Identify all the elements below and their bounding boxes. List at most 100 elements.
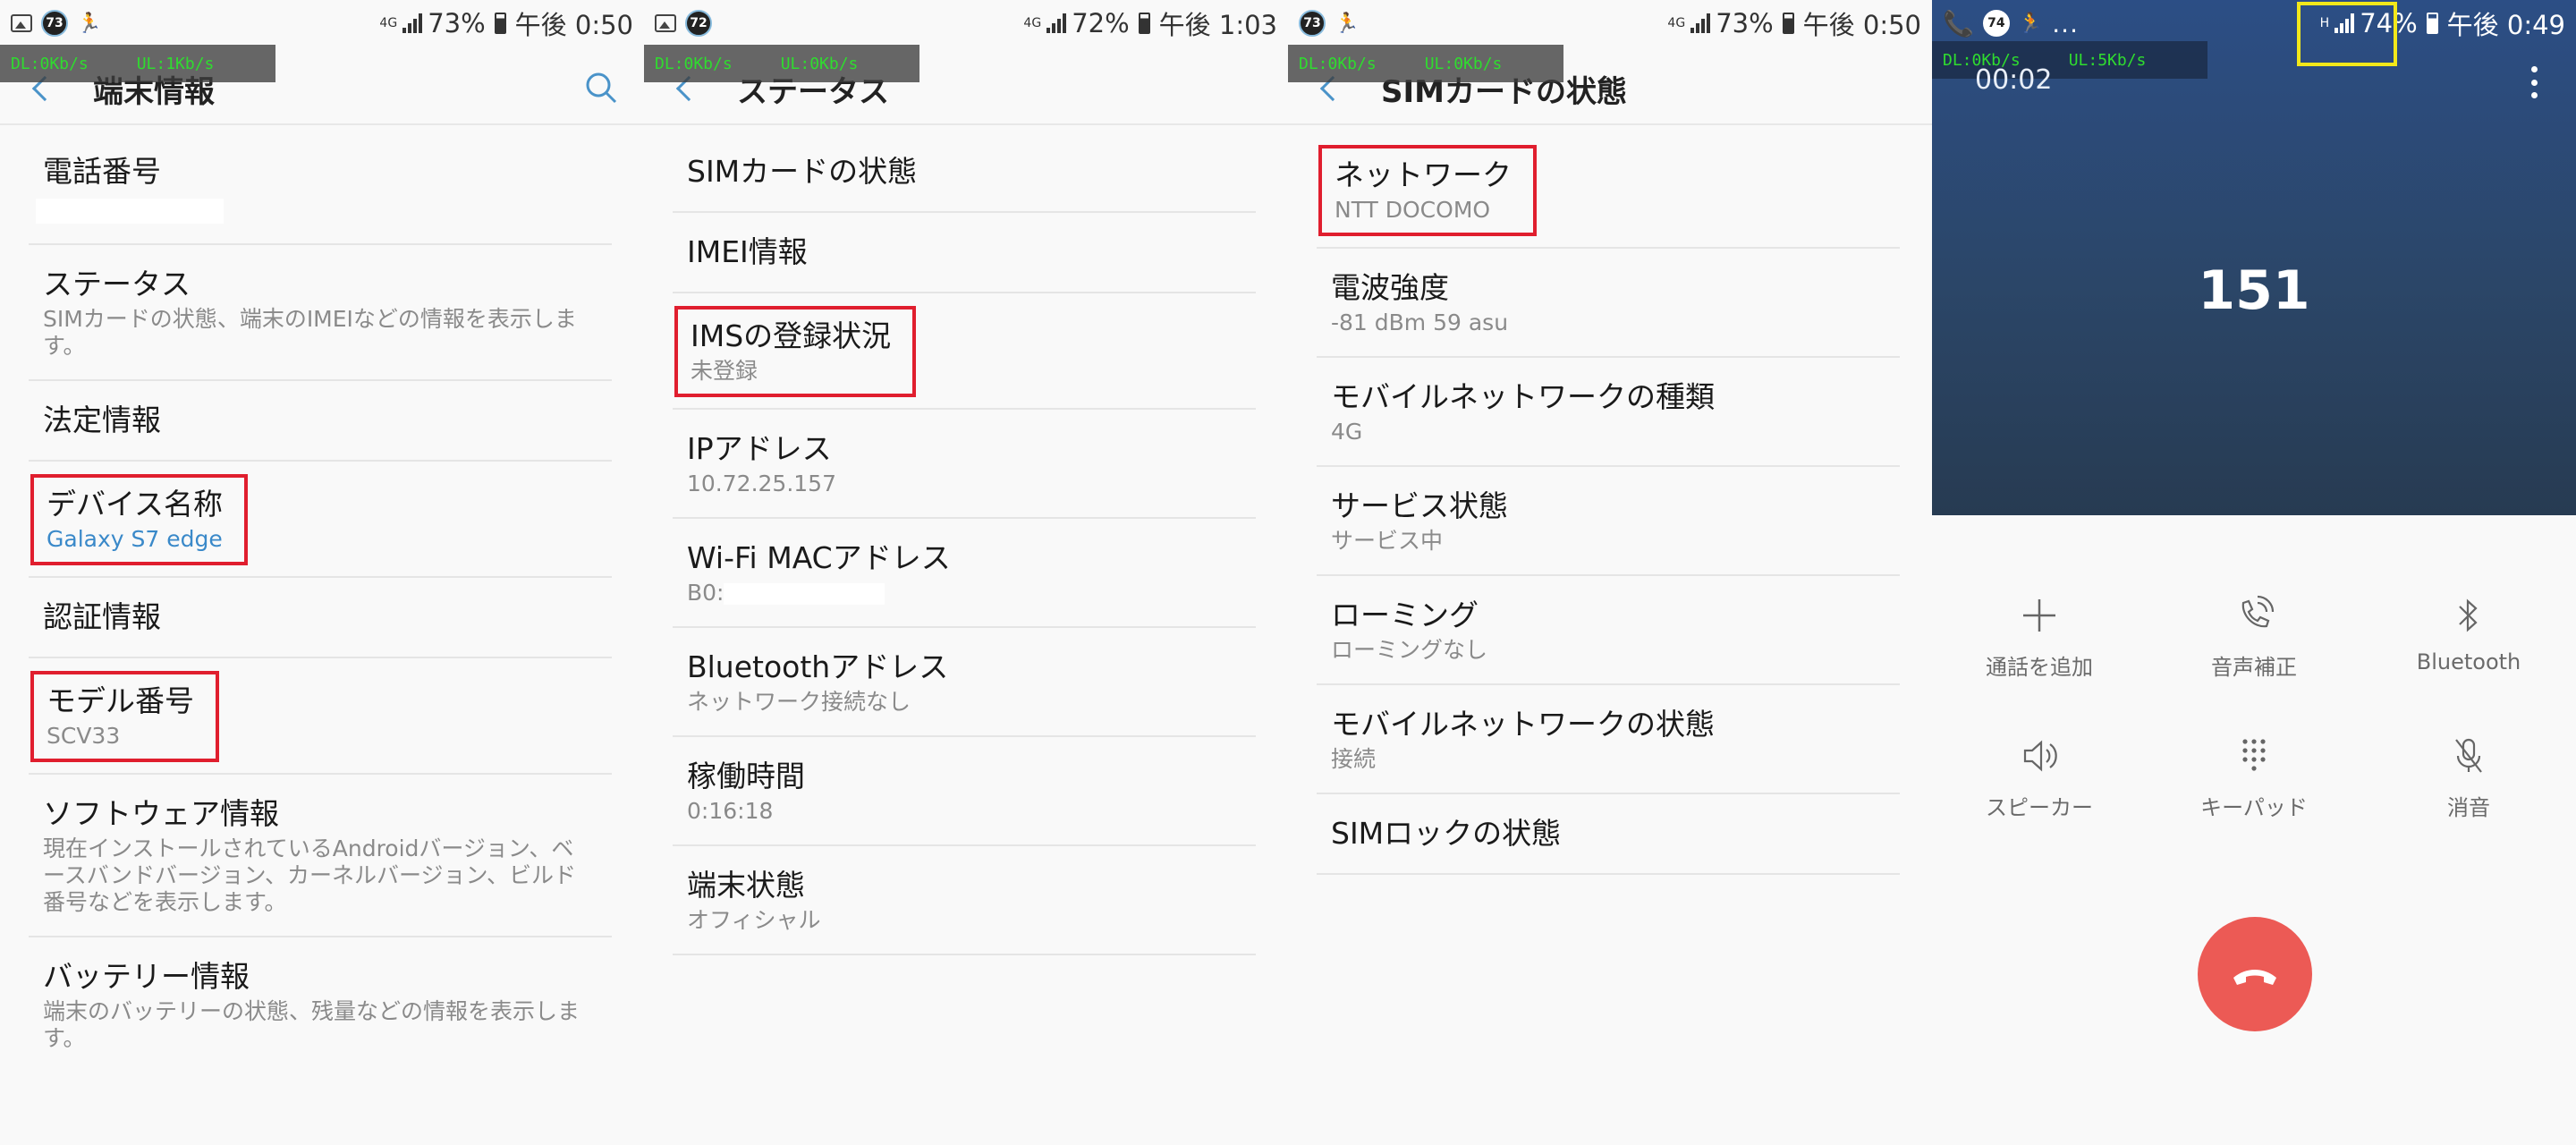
more-options-icon[interactable] bbox=[2531, 66, 2538, 98]
end-call-button[interactable] bbox=[2198, 917, 2312, 1031]
list-item-battery-info[interactable]: バッテリー情報 端末のバッテリーの状態、残量などの情報を表示します。 bbox=[29, 937, 612, 1072]
item-label: サービス状態 bbox=[1331, 488, 1508, 523]
network-speed-overlay: DL:0Kb/s UL:1Kb/s bbox=[0, 45, 275, 82]
item-label: バッテリー情報 bbox=[43, 959, 250, 994]
item-label: SIMカードの状態 bbox=[687, 154, 918, 189]
item-label: ステータス bbox=[43, 267, 191, 301]
list-item-roaming[interactable]: ローミング ローミングなし bbox=[1317, 576, 1900, 685]
redacted-value bbox=[36, 199, 224, 224]
item-label: モバイルネットワークの種類 bbox=[1331, 379, 1715, 414]
list-item-ims-registration[interactable]: IMSの登録状況 未登録 bbox=[673, 293, 1256, 410]
item-label: ソフトウェア情報 bbox=[43, 796, 279, 831]
item-value: ネットワーク接続なし bbox=[687, 689, 911, 715]
settings-list: 電話番号 ステータス SIMカードの状態、端末のIMEIなどの情報を表示します。… bbox=[29, 132, 612, 1072]
item-value: 4G bbox=[1331, 419, 1363, 445]
hang-up-icon bbox=[2233, 970, 2276, 985]
upload-speed: UL:5Kb/s bbox=[2068, 50, 2147, 70]
list-item-bluetooth-address[interactable]: Bluetoothアドレス ネットワーク接続なし bbox=[673, 628, 1256, 737]
signal-icon bbox=[402, 13, 423, 33]
list-item-network-state[interactable]: モバイルネットワークの状態 接続 bbox=[1317, 685, 1900, 794]
item-label: SIMロックの状態 bbox=[1331, 816, 1562, 851]
item-label: IMEI情報 bbox=[687, 234, 808, 269]
control-label: 消音 bbox=[2447, 795, 2490, 820]
list-item-certification[interactable]: 認証情報 bbox=[29, 578, 612, 658]
list-item-service-state[interactable]: サービス状態 サービス中 bbox=[1317, 467, 1900, 576]
search-icon[interactable] bbox=[583, 70, 619, 106]
item-value: SCV33 bbox=[47, 723, 121, 749]
dialed-number: 151 bbox=[2198, 259, 2310, 322]
highlight-box: IMSの登録状況 未登録 bbox=[674, 306, 917, 397]
item-description: 現在インストールされているAndroidバージョン、ベースバンドバージョン、カー… bbox=[43, 835, 577, 915]
item-label: ネットワーク bbox=[1335, 157, 1512, 192]
status-list: SIMカードの状態 IMEI情報 IMSの登録状況 未登録 IPアドレス 10.… bbox=[673, 132, 1256, 955]
list-item-device-name[interactable]: デバイス名称 Galaxy S7 edge bbox=[29, 462, 612, 578]
item-value: ローミングなし bbox=[1331, 637, 1488, 663]
item-label: IMSの登録状況 bbox=[691, 318, 892, 353]
list-item-ip-address[interactable]: IPアドレス 10.72.25.157 bbox=[673, 410, 1256, 519]
item-label: ローミング bbox=[1331, 598, 1479, 632]
item-label: 認証情報 bbox=[43, 599, 161, 634]
network-type: 4G bbox=[1667, 16, 1686, 30]
gallery-notification-icon bbox=[11, 14, 32, 32]
plus-icon bbox=[2023, 599, 2055, 632]
item-label: モバイルネットワークの状態 bbox=[1331, 707, 1715, 742]
speaker-button[interactable]: スピーカー bbox=[1932, 731, 2147, 821]
network-speed-overlay: DL:0Kb/s UL:0Kb/s bbox=[1288, 45, 1563, 82]
item-value: 接続 bbox=[1331, 746, 1377, 772]
list-item-uptime[interactable]: 稼働時間 0:16:18 bbox=[673, 737, 1256, 846]
network-speed-overlay: DL:0Kb/s UL:5Kb/s bbox=[1932, 41, 2207, 79]
add-call-button[interactable]: 通話を追加 bbox=[1932, 590, 2147, 681]
list-item-model-number[interactable]: モデル番号 SCV33 bbox=[29, 658, 612, 775]
counter-badge-icon: 73 bbox=[41, 10, 68, 37]
highlight-box: ネットワーク NTT DOCOMO bbox=[1318, 145, 1537, 236]
keypad-button[interactable]: キーパッド bbox=[2147, 731, 2361, 821]
item-value: -81 dBm 59 asu bbox=[1331, 310, 1509, 335]
network-speed-overlay: DL:0Kb/s UL:0Kb/s bbox=[644, 45, 919, 82]
list-item-device-state[interactable]: 端末状態 オフィシャル bbox=[673, 846, 1256, 955]
list-item-sim-lock[interactable]: SIMロックの状態 bbox=[1317, 794, 1900, 875]
more-notifications: ... bbox=[2052, 8, 2079, 38]
item-label: IPアドレス bbox=[687, 431, 832, 466]
list-item-legal-info[interactable]: 法定情報 bbox=[29, 381, 612, 462]
counter-badge-icon: 74 bbox=[1982, 10, 2010, 37]
list-item-phone-number[interactable]: 電話番号 bbox=[29, 132, 612, 245]
list-item-imei[interactable]: IMEI情報 bbox=[673, 213, 1256, 293]
list-item-network[interactable]: ネットワーク NTT DOCOMO bbox=[1317, 132, 1900, 249]
item-label: 端末状態 bbox=[687, 868, 805, 903]
list-item-status[interactable]: ステータス SIMカードの状態、端末のIMEIなどの情報を表示します。 bbox=[29, 245, 612, 381]
voice-enhance-button[interactable]: 音声補正 bbox=[2147, 590, 2361, 681]
control-label: Bluetooth bbox=[2416, 649, 2521, 674]
screen-in-call: 📞 74 🏃 ... H 74% 午後 0:49 DL:0Kb/s UL:5Kb… bbox=[1932, 0, 2576, 1145]
list-item-signal-strength[interactable]: 電波強度 -81 dBm 59 asu bbox=[1317, 249, 1900, 358]
bluetooth-button[interactable]: Bluetooth bbox=[2361, 590, 2576, 681]
signal-icon bbox=[1690, 13, 1711, 33]
list-item-wifi-mac[interactable]: Wi-Fi MACアドレス B0: bbox=[673, 519, 1256, 628]
item-value: 0:16:18 bbox=[687, 798, 774, 824]
battery-icon bbox=[1782, 13, 1794, 34]
item-value: B0: bbox=[687, 580, 724, 606]
counter-badge-icon: 72 bbox=[685, 10, 712, 37]
mute-button[interactable]: 消音 bbox=[2361, 731, 2576, 821]
bluetooth-icon bbox=[2459, 598, 2478, 632]
keypad-icon bbox=[2242, 739, 2266, 771]
clock: 午後 1:03 bbox=[1158, 10, 1277, 40]
phone-icon: 📞 bbox=[1943, 8, 1974, 38]
download-speed: DL:0Kb/s bbox=[1299, 54, 1377, 73]
control-label: スピーカー bbox=[1986, 795, 2093, 820]
redacted-value bbox=[724, 583, 886, 605]
item-value: 10.72.25.157 bbox=[687, 471, 836, 496]
item-label: 電話番号 bbox=[43, 154, 161, 189]
call-header-panel: 📞 74 🏃 ... H 74% 午後 0:49 DL:0Kb/s UL:5Kb… bbox=[1932, 0, 2576, 515]
list-item-software-info[interactable]: ソフトウェア情報 現在インストールされているAndroidバージョン、ベースバン… bbox=[29, 775, 612, 937]
list-item-network-type[interactable]: モバイルネットワークの種類 4G bbox=[1317, 358, 1900, 467]
list-item-sim-status[interactable]: SIMカードの状態 bbox=[673, 132, 1256, 213]
item-value: サービス中 bbox=[1331, 528, 1444, 554]
battery-icon bbox=[2426, 13, 2438, 34]
call-controls: 通話を追加 音声補正 Bluetooth スピーカー キーパッド 消音 bbox=[1932, 590, 2576, 821]
clock: 午後 0:50 bbox=[1802, 10, 1921, 40]
speaker-icon bbox=[2023, 740, 2057, 772]
item-value: オフィシャル bbox=[687, 907, 821, 933]
screen-sim-status: 73 🏃 4G 73% 午後 0:50 DL:0Kb/s UL:0Kb/s SI… bbox=[1288, 0, 1932, 1145]
network-type: 4G bbox=[1023, 16, 1042, 30]
runner-icon: 🏃 bbox=[1335, 12, 1360, 35]
